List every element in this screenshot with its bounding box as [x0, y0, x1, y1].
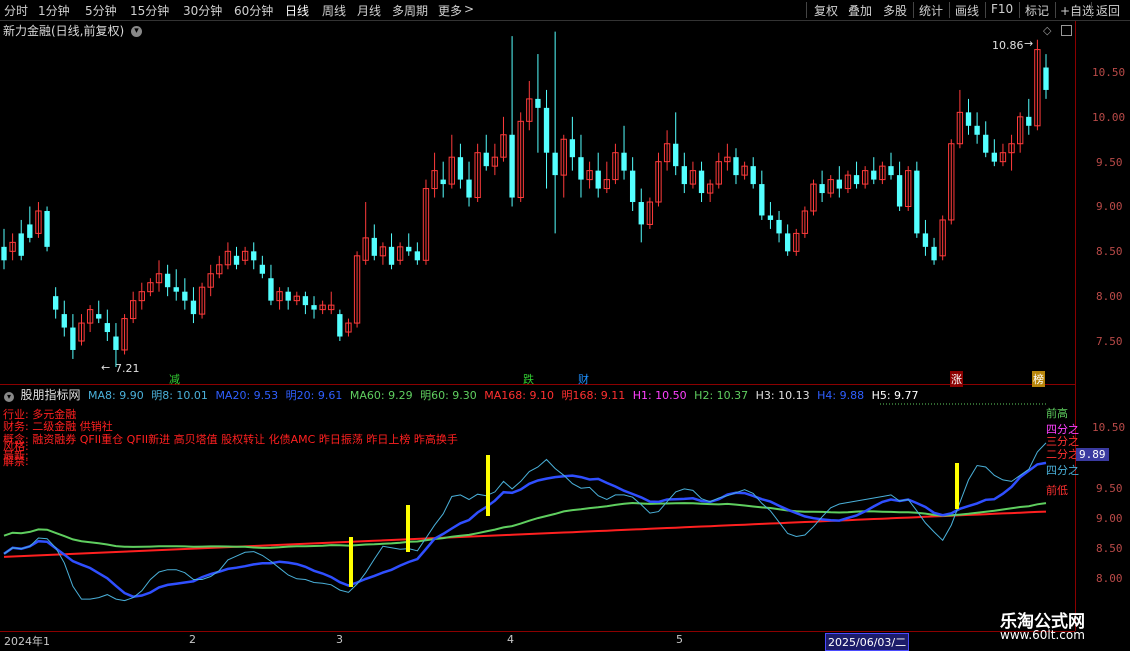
price-tick: 10.00: [1092, 111, 1126, 124]
tab-more[interactable]: 更多: [438, 2, 462, 19]
current-value-badge: 9.89: [1076, 448, 1109, 461]
high-price-label: 10.86: [992, 39, 1024, 52]
ma168-line: [3, 510, 1047, 558]
indicator-value: H2: 10.37: [694, 389, 749, 402]
tab-monthly[interactable]: 月线: [357, 2, 381, 19]
panel-toggle-icon[interactable]: [1061, 25, 1072, 36]
arrow-left-icon: ←: [101, 361, 111, 374]
multi-stock-button[interactable]: 多股: [883, 2, 907, 19]
low-price-label: 7.21: [115, 362, 140, 375]
indicator-value: MA60: 9.29: [349, 389, 413, 402]
tab-30min[interactable]: 30分钟: [183, 2, 222, 19]
event-marker-fall[interactable]: 跌: [523, 371, 534, 387]
indicator-value: MA20: 9.53: [215, 389, 279, 402]
tab-1min[interactable]: 1分钟: [38, 2, 70, 19]
settings-diamond-icon[interactable]: ◇: [1043, 24, 1051, 37]
price-tick: 9.00: [1096, 200, 1123, 213]
tab-weekly[interactable]: 周线: [322, 2, 346, 19]
event-marker-reduce[interactable]: 减: [169, 371, 180, 387]
signal-bar: [486, 455, 490, 516]
indicator-value: 明168: 9.11: [561, 389, 626, 402]
add-watchlist-button[interactable]: +自选: [1060, 2, 1094, 19]
time-axis: 2024年1 2 3 4 5 2025/06/03/二: [0, 631, 1075, 651]
watermark-url: www.60lt.com: [1000, 628, 1085, 642]
toolbar-separator: [1055, 2, 1056, 18]
indicator-value: 明8: 10.01: [151, 389, 208, 402]
arrow-right-icon: →: [1024, 37, 1034, 50]
month-label: 2024年1: [4, 635, 50, 648]
sub-tick: 8.50: [1096, 542, 1123, 555]
toolbar-separator: [949, 2, 950, 18]
chart-title: 新力金融(日线,前复权) ▾: [3, 22, 143, 39]
more-arrow-icon[interactable]: >: [464, 2, 474, 16]
indicator-name[interactable]: 股朋指标网: [21, 388, 81, 402]
sub-tick: 10.50: [1092, 421, 1126, 434]
toolbar-separator: [806, 2, 807, 18]
indicator-value: H5: 9.77: [871, 389, 919, 402]
price-chart-area[interactable]: [0, 21, 1075, 385]
draw-line-button[interactable]: 画线: [955, 2, 979, 19]
mark-button[interactable]: 标记: [1025, 2, 1049, 19]
price-tick: 7.50: [1096, 335, 1123, 348]
price-tick: 8.00: [1096, 290, 1123, 303]
signal-bar: [349, 537, 353, 587]
info-unlock: 解禁:: [3, 455, 29, 468]
fuquan-button[interactable]: 复权: [814, 2, 838, 19]
month-label: 4: [507, 633, 514, 646]
stats-button[interactable]: 统计: [919, 2, 943, 19]
price-tick: 9.50: [1096, 156, 1123, 169]
month-label: 2: [189, 633, 196, 646]
ma60-line: [3, 501, 1047, 549]
indicator-value: 明60: 9.30: [420, 389, 477, 402]
sub-tick: 8.00: [1096, 572, 1123, 585]
back-button[interactable]: 返回: [1096, 2, 1120, 19]
indicator-value: MA8: 9.90: [88, 389, 144, 402]
ma20-line: [3, 461, 1047, 598]
chevron-down-icon[interactable]: ▾: [4, 392, 14, 402]
quarter-low-label: 四分之: [1046, 464, 1079, 477]
indicator-value: 明20: 9.61: [285, 389, 343, 402]
month-label: 5: [676, 633, 683, 646]
top-toolbar: 分时 1分钟 5分钟 15分钟 30分钟 60分钟 日线 周线 月线 多周期 更…: [0, 0, 1130, 21]
overlay-button[interactable]: 叠加: [848, 2, 872, 19]
half-label: 二分之: [1046, 448, 1079, 461]
price-tick: 8.50: [1096, 245, 1123, 258]
toolbar-separator: [913, 2, 914, 18]
chevron-down-icon[interactable]: ▾: [131, 26, 143, 37]
tab-60min[interactable]: 60分钟: [234, 2, 273, 19]
sub-tick: 9.50: [1096, 482, 1123, 495]
tab-daily[interactable]: 日线: [285, 2, 309, 19]
prev-high-label: 前高: [1046, 407, 1068, 420]
toolbar-separator: [985, 2, 986, 18]
tab-fenshi[interactable]: 分时: [4, 2, 28, 19]
indicator-value: H4: 9.88: [817, 389, 865, 402]
cursor-date: 2025/06/03/二: [825, 633, 910, 651]
signal-bar: [406, 505, 410, 552]
tab-15min[interactable]: 15分钟: [130, 2, 169, 19]
month-label: 3: [336, 633, 343, 646]
signal-bar: [955, 463, 959, 509]
f10-button[interactable]: F10: [991, 2, 1013, 16]
event-marker-list[interactable]: 榜: [1032, 371, 1045, 387]
prev-low-label: 前低: [1046, 484, 1068, 497]
tab-5min[interactable]: 5分钟: [85, 2, 117, 19]
event-marker-finance[interactable]: 财: [578, 371, 589, 387]
tab-multi-period[interactable]: 多周期: [392, 2, 428, 19]
indicator-values-row: ▾ 股朋指标网 MA8: 9.90 明8: 10.01 MA20: 9.53 明…: [0, 386, 1075, 402]
info-concept: 概念: 融资融券 QFII重仓 QFII新进 高贝塔值 股权转让 化债AMC 昨…: [3, 433, 458, 446]
ma8-line: [3, 442, 1047, 602]
indicator-value: H1: 10.50: [632, 389, 687, 402]
toolbar-separator: [1019, 2, 1020, 18]
event-marker-rise[interactable]: 涨: [950, 371, 963, 387]
indicator-value: H3: 10.13: [755, 389, 810, 402]
toolbar-separator: [1091, 2, 1092, 18]
price-tick: 10.50: [1092, 66, 1126, 79]
sub-tick: 9.00: [1096, 512, 1123, 525]
stock-title: 新力金融(日线,前复权): [3, 24, 125, 38]
indicator-value: MA168: 9.10: [484, 389, 554, 402]
